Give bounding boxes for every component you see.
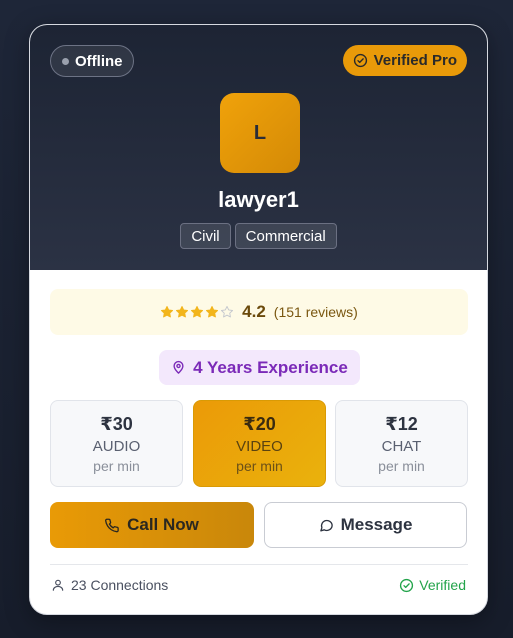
price-unit: per min: [378, 457, 425, 474]
price-type: CHAT: [381, 437, 422, 455]
star-filled-icon: [206, 305, 219, 318]
message-button[interactable]: Message: [264, 502, 467, 548]
connections-info: 23 Connections: [51, 575, 168, 595]
map-pin-icon: [171, 360, 186, 375]
rating-value: 4.2: [242, 302, 266, 321]
price-amount: ₹20: [243, 413, 276, 434]
price-option-audio[interactable]: ₹30 AUDIO per min: [50, 400, 183, 487]
price-type: AUDIO: [92, 437, 141, 455]
star-empty-icon: [221, 305, 234, 318]
star-rating: [160, 305, 234, 319]
specialization-tags: Civil Commercial: [30, 223, 487, 249]
card-header: Offline Verified Pro L lawyer1 Civil Com…: [30, 25, 487, 270]
price-type: VIDEO: [236, 437, 283, 455]
avatar: L: [220, 93, 300, 173]
user-icon: [51, 578, 65, 592]
experience-badge: 4 Years Experience: [159, 350, 360, 385]
verified-pro-badge: Verified Pro: [342, 45, 467, 76]
message-label: Message: [340, 515, 413, 534]
lawyer-profile-card: Offline Verified Pro L lawyer1 Civil Com…: [29, 24, 488, 615]
price-unit: per min: [93, 457, 140, 474]
tag-civil: Civil: [180, 223, 231, 249]
verified-label: Verified: [419, 577, 466, 593]
star-filled-icon: [176, 305, 189, 318]
rating-bar: 4.2 (151 reviews): [50, 289, 468, 335]
call-now-button[interactable]: Call Now: [50, 502, 254, 548]
verified-status: Verified: [399, 575, 466, 595]
check-circle-icon: [353, 53, 368, 68]
footer-divider: [50, 564, 468, 565]
phone-icon: [105, 518, 120, 533]
tag-commercial: Commercial: [234, 223, 337, 249]
verified-pro-label: Verified Pro: [373, 52, 457, 69]
chat-bubble-icon: [319, 518, 334, 533]
price-option-video[interactable]: ₹20 VIDEO per min: [193, 400, 326, 487]
lawyer-name[interactable]: lawyer1: [30, 187, 487, 213]
price-amount: ₹30: [100, 413, 133, 434]
star-filled-icon: [191, 305, 204, 318]
status-dot: [62, 57, 69, 65]
price-unit: per min: [236, 457, 283, 474]
review-count[interactable]: (151 reviews): [274, 304, 358, 320]
price-amount: ₹12: [385, 413, 418, 434]
check-circle-icon: [399, 578, 414, 593]
status-badge: Offline: [50, 45, 134, 77]
star-filled-icon: [161, 305, 174, 318]
price-option-chat[interactable]: ₹12 CHAT per min: [335, 400, 468, 487]
experience-label: 4 Years Experience: [193, 357, 348, 377]
pricing-options: ₹30 AUDIO per min ₹20 VIDEO per min ₹12 …: [50, 400, 468, 487]
status-label: Offline: [75, 52, 123, 70]
call-now-label: Call Now: [127, 515, 199, 534]
connections-label: 23 Connections: [71, 577, 169, 593]
